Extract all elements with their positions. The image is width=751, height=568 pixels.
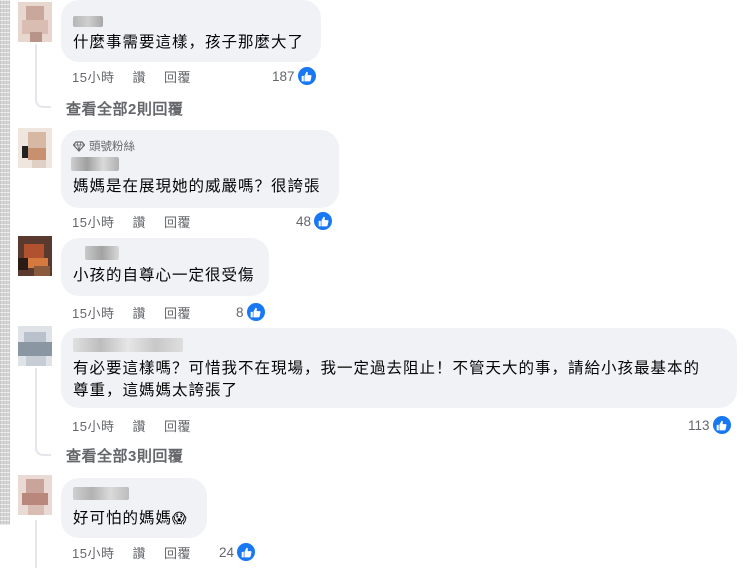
like-button[interactable]: 讚 bbox=[132, 543, 146, 562]
like-button[interactable]: 讚 bbox=[132, 212, 146, 231]
thumbs-up-icon bbox=[313, 211, 334, 231]
reaction-number: 8 bbox=[236, 304, 244, 320]
top-fan-badge[interactable]: 頭號粉絲 bbox=[73, 139, 135, 153]
thread-line bbox=[35, 368, 37, 450]
comment-text: 好可怕的媽媽😱 bbox=[73, 507, 188, 530]
comment-bubble: 小孩的自尊心一定很受傷 bbox=[61, 238, 269, 296]
thumbs-up-icon bbox=[236, 542, 257, 562]
author-name[interactable] bbox=[85, 246, 119, 260]
comment-text: 媽媽是在展現她的威嚴嗎？很誇張 bbox=[73, 178, 321, 195]
thread-hook bbox=[35, 96, 51, 108]
view-all-replies-link[interactable]: 查看全部2則回覆 bbox=[66, 98, 183, 119]
comment-actions: 15小時 讚 回覆 bbox=[72, 303, 209, 322]
badge-label: 頭號粉絲 bbox=[89, 141, 135, 153]
comment-text-line: 尊重，這媽媽太誇張了 bbox=[73, 382, 239, 399]
reaction-count[interactable]: 8 bbox=[236, 302, 266, 322]
reaction-number: 24 bbox=[219, 544, 235, 560]
author-name[interactable] bbox=[73, 338, 183, 352]
thread-line bbox=[35, 520, 37, 568]
reaction-number: 48 bbox=[296, 213, 312, 229]
reply-button[interactable]: 回覆 bbox=[164, 543, 191, 562]
diamond-icon bbox=[73, 140, 85, 152]
comment-bubble: 什麼事需要這樣，孩子那麼大了 bbox=[61, 0, 321, 62]
reaction-count[interactable]: 24 bbox=[219, 542, 257, 562]
comment-bubble: 有必要這樣嗎？可惜我不在現場，我一定過去阻止！不管天大的事，請給小孩最基本的 尊… bbox=[61, 328, 737, 408]
avatar[interactable] bbox=[18, 236, 52, 276]
thread-line bbox=[35, 44, 37, 100]
comment-actions: 15小時 讚 回覆 bbox=[72, 67, 209, 86]
comment-text-line: 有必要這樣嗎？可惜我不在現場，我一定過去阻止！不管天大的事，請給小孩最基本的 bbox=[73, 360, 701, 377]
reaction-count[interactable]: 187 bbox=[272, 66, 317, 86]
timestamp[interactable]: 15小時 bbox=[72, 303, 114, 322]
reply-button[interactable]: 回覆 bbox=[164, 67, 191, 86]
comment-bubble: 好可怕的媽媽😱 bbox=[61, 478, 207, 538]
timestamp[interactable]: 15小時 bbox=[72, 67, 114, 86]
thumbs-up-icon bbox=[296, 66, 317, 86]
comment-actions: 15小時 讚 回覆 bbox=[72, 212, 209, 231]
reply-button[interactable]: 回覆 bbox=[164, 303, 191, 322]
reaction-count[interactable]: 48 bbox=[296, 211, 334, 231]
avatar[interactable] bbox=[18, 2, 52, 42]
reaction-number: 113 bbox=[688, 417, 710, 433]
comment-bubble: 頭號粉絲 媽媽是在展現她的威嚴嗎？很誇張 bbox=[61, 130, 339, 208]
author-name[interactable] bbox=[73, 487, 129, 500]
pixelated-left-edge bbox=[0, 0, 10, 525]
avatar[interactable] bbox=[18, 128, 52, 168]
reply-button[interactable]: 回覆 bbox=[164, 212, 191, 231]
comment-text: 什麼事需要這樣，孩子那麼大了 bbox=[73, 34, 305, 51]
thumbs-up-icon bbox=[245, 302, 266, 322]
author-name[interactable] bbox=[71, 157, 119, 171]
reply-button[interactable]: 回覆 bbox=[164, 416, 191, 435]
comment-actions: 15小時 讚 回覆 bbox=[72, 543, 209, 562]
comment-text-body: 好可怕的媽媽 bbox=[73, 510, 173, 527]
avatar[interactable] bbox=[18, 326, 52, 366]
avatar[interactable] bbox=[18, 475, 52, 515]
thread-hook bbox=[35, 444, 51, 456]
fearful-face-emoji: 😱 bbox=[172, 510, 188, 526]
reaction-number: 187 bbox=[272, 68, 295, 84]
timestamp[interactable]: 15小時 bbox=[72, 416, 114, 435]
author-name[interactable] bbox=[73, 16, 103, 27]
comment-text: 小孩的自尊心一定很受傷 bbox=[73, 267, 255, 284]
reaction-count[interactable]: 113 bbox=[688, 415, 732, 435]
like-button[interactable]: 讚 bbox=[132, 416, 146, 435]
thumbs-up-icon bbox=[711, 415, 732, 435]
timestamp[interactable]: 15小時 bbox=[72, 212, 114, 231]
timestamp[interactable]: 15小時 bbox=[72, 543, 114, 562]
comment-actions: 15小時 讚 回覆 bbox=[72, 416, 209, 435]
like-button[interactable]: 讚 bbox=[132, 303, 146, 322]
view-all-replies-link[interactable]: 查看全部3則回覆 bbox=[66, 445, 183, 466]
like-button[interactable]: 讚 bbox=[132, 67, 146, 86]
